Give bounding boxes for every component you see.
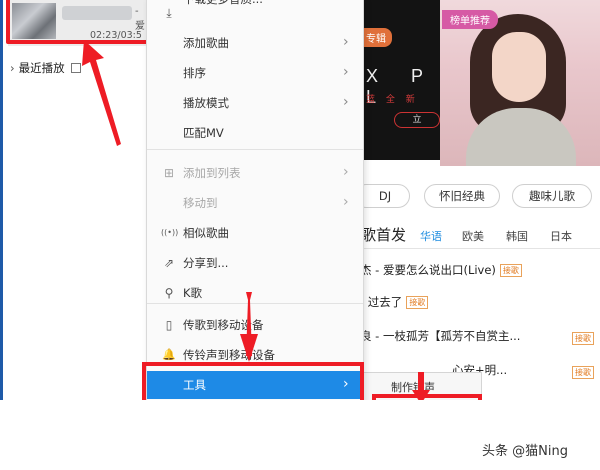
menu-item-label: 分享到... (183, 256, 229, 270)
song-tag: 接歌 (572, 366, 594, 379)
menu-item-label: 添加歌曲 (183, 36, 229, 50)
menu-item-move-to[interactable]: 移动到 › (147, 189, 363, 217)
category-kids[interactable]: 趣味儿歌 (512, 184, 592, 208)
menu-separator (147, 149, 363, 150)
tab-korean[interactable]: 韩国 (506, 228, 528, 244)
bell-icon: 🔔 (162, 348, 176, 361)
menu-item-send-song[interactable]: ▯ 传歌到移动设备 (147, 311, 363, 339)
menu-item-label: 传铃声到移动设备 (183, 348, 275, 362)
menu-item-label: 排序 (183, 66, 206, 80)
song-tag: 接歌 (499, 264, 522, 277)
window-edge (0, 0, 3, 400)
annotation-highlight-box (372, 394, 482, 400)
chart-banner[interactable]: 榜单推荐 (440, 0, 600, 166)
context-menu: ⤓ 下载更多音质... 添加歌曲 › 排序 › 播放模式 › 匹配MV ⊞ 添加到列表 › 移动到 › ((… (146, 0, 364, 400)
menu-separator (147, 303, 363, 304)
playlist-panel: - 爱 02:23/03:5 › 最近播放 (0, 0, 158, 400)
menu-item-play-mode[interactable]: 播放模式 › (147, 89, 363, 117)
photo-face (492, 32, 546, 102)
checkbox-icon (70, 63, 81, 73)
album-banner-button[interactable]: 立 (394, 112, 440, 128)
song-title: 杰 - 爱要怎么说出口(Live) (360, 263, 496, 277)
divider (360, 248, 600, 249)
chevron-right-icon: › (343, 64, 349, 80)
menu-item-download[interactable]: ⤓ 下载更多音质... (147, 0, 363, 27)
menu-item-label: 添加到列表 (183, 166, 241, 180)
chevron-right-icon: › (343, 34, 349, 50)
menu-item-label: 匹配MV (183, 126, 224, 140)
menu-item-sort[interactable]: 排序 › (147, 59, 363, 87)
download-icon: ⤓ (166, 6, 172, 20)
song-tag: 接歌 (572, 332, 594, 345)
menu-item-label: 传歌到移动设备 (183, 318, 264, 332)
add-icon: ⊞ (163, 166, 175, 180)
radio-icon: ((•)) (161, 228, 179, 237)
music-store-panel: 专辑 X P L 蓝 全 新 立 榜单推荐 DJ 怀旧经典 趣味儿歌 新歌首发 … (346, 0, 600, 400)
recent-played-item[interactable]: › 最近播放 (10, 60, 81, 76)
song-row[interactable]: 杰 - 爱要怎么说出口(Live) 接歌 (360, 262, 600, 282)
menu-item-label: 相似歌曲 (183, 226, 229, 240)
annotation-highlight-box (142, 362, 364, 400)
screenshot: - 爱 02:23/03:5 › 最近播放 专辑 X P L 蓝 全 新 立 榜单… (0, 0, 600, 400)
chevron-right-icon: › (343, 94, 349, 110)
menu-item-similar-songs[interactable]: ((•)) 相似歌曲 (147, 219, 363, 247)
album-banner-tag: 专辑 (360, 28, 392, 47)
song-title: - 过去了 (360, 295, 403, 309)
category-classic[interactable]: 怀旧经典 (424, 184, 500, 208)
recent-played-label: 最近播放 (18, 61, 65, 75)
share-icon: ⇗ (163, 256, 175, 270)
song-title: 良 - 一枝孤芳【孤芳不自赏主... (360, 329, 521, 343)
menu-item-add-to-list[interactable]: ⊞ 添加到列表 › (147, 159, 363, 187)
song-row[interactable]: 良 - 一枝孤芳【孤芳不自赏主... 接歌 (360, 328, 600, 348)
menu-item-label: 移动到 (183, 196, 218, 210)
phone-icon: ▯ (165, 318, 173, 332)
menu-item-label: 下载更多音质... (183, 0, 263, 7)
song-row[interactable]: - 过去了 接歌 (360, 294, 600, 314)
menu-item-add-song[interactable]: 添加歌曲 › (147, 29, 363, 57)
tab-japanese[interactable]: 日本 (550, 228, 572, 244)
watermark: 头条 @猫Ning (482, 444, 568, 459)
tab-chinese[interactable]: 华语 (420, 228, 442, 244)
chevron-right-icon: › (10, 61, 15, 75)
song-tag: 接歌 (406, 296, 429, 309)
menu-item-label: K歌 (183, 286, 203, 300)
menu-item-label: 播放模式 (183, 96, 229, 110)
tab-western[interactable]: 欧美 (462, 228, 484, 244)
chevron-right-icon: › (343, 164, 349, 180)
chevron-right-icon: › (343, 194, 349, 210)
album-banner-subtitle: 蓝 全 新 (366, 95, 419, 105)
menu-item-match-mv[interactable]: 匹配MV (147, 119, 363, 147)
chart-banner-tag: 榜单推荐 (442, 10, 498, 29)
album-banner[interactable]: 专辑 X P L 蓝 全 新 立 (360, 0, 440, 160)
make-ringtone-item[interactable]: 制作铃声 (391, 379, 435, 395)
annotation-highlight-box (6, 0, 158, 44)
microphone-icon: ⚲ (164, 286, 174, 300)
menu-item-share[interactable]: ⇗ 分享到... (147, 249, 363, 277)
